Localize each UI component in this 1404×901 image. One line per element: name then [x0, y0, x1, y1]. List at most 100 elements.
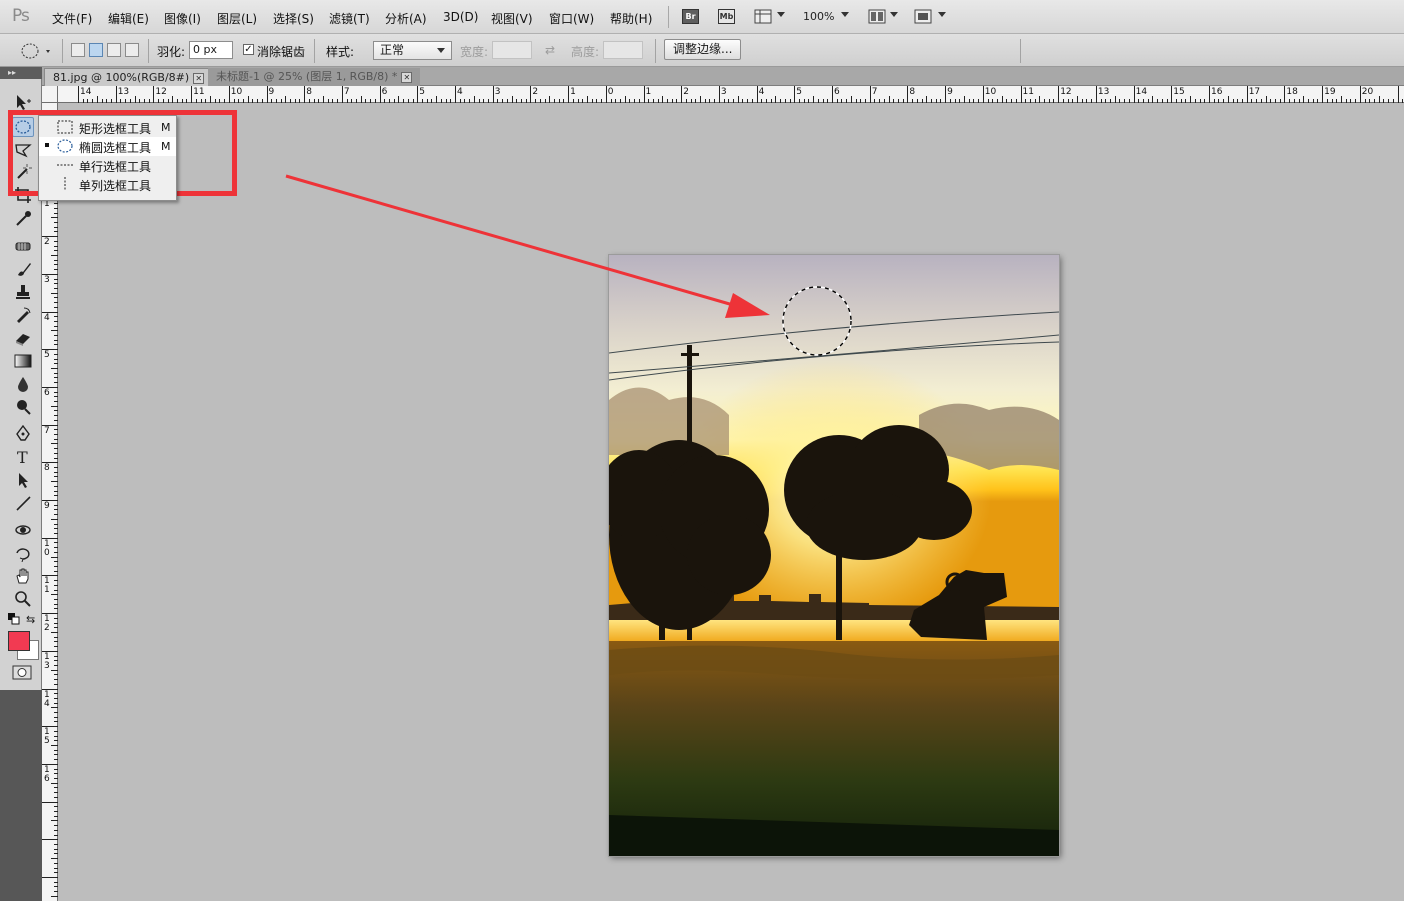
menu-edit[interactable]: 编辑(E) — [108, 10, 149, 27]
new-selection-button[interactable] — [71, 43, 85, 57]
line-tool-icon[interactable] — [12, 493, 34, 513]
quick-mask-icon[interactable] — [12, 665, 32, 684]
ruler-tick-label: 14 — [80, 87, 92, 97]
3d-orbit-tool-icon[interactable] — [12, 543, 34, 563]
flyout-rect-marquee[interactable]: 矩形选框工具 M — [39, 118, 176, 137]
ruler-tick-label: 9 — [947, 87, 953, 97]
path-selection-tool-icon[interactable] — [12, 470, 34, 490]
tab-title: 81.jpg @ 100%(RGB/8#) — [53, 71, 190, 84]
tab-title: 未标题-1 @ 25% (图层 1, RGB/8) * — [216, 70, 398, 83]
zoom-tool-icon[interactable] — [12, 589, 34, 609]
menu-file[interactable]: 文件(F) — [52, 10, 92, 27]
tools-panel-collapse[interactable]: ▸▸ — [0, 67, 42, 79]
menu-select[interactable]: 选择(S) — [273, 10, 314, 27]
tab-untitled-1[interactable]: 未标题-1 @ 25% (图层 1, RGB/8) * ✕ — [208, 68, 421, 86]
menu-analysis[interactable]: 分析(A) — [385, 10, 427, 27]
ruler-tick-label: 5 — [44, 350, 50, 361]
zoom-caret[interactable] — [841, 12, 849, 17]
screen-mode-icon[interactable] — [914, 9, 934, 24]
view-extras-caret[interactable] — [777, 12, 785, 17]
menu-layer[interactable]: 图层(L) — [217, 10, 257, 27]
healing-brush-tool-icon[interactable] — [12, 236, 34, 256]
type-tool-icon[interactable]: T — [12, 447, 34, 467]
flyout-single-column-marquee[interactable]: 单列选框工具 — [39, 175, 176, 194]
options-separator — [314, 39, 315, 63]
single-row-marquee-icon — [57, 158, 73, 175]
horizontal-ruler[interactable]: 14 13 12 11 10 9 8 7 6 5 4 3 2 1 0 1 2 3 4 5 6 7 8 9 10 11 12 13 14 1… — [58, 86, 1404, 103]
clone-stamp-tool-icon[interactable] — [12, 282, 34, 302]
ruler-tick-label: 8 — [306, 87, 312, 97]
refine-edge-button[interactable]: 调整边缘... — [664, 39, 742, 60]
menu-window[interactable]: 窗口(W) — [549, 10, 594, 27]
swap-dimensions-icon[interactable]: ⇄ — [545, 43, 555, 57]
ellipse-marquee-icon — [57, 139, 73, 156]
arrange-documents-icon[interactable] — [868, 9, 888, 24]
marquee-tool-flyout: 矩形选框工具 M 椭圆选框工具 M 单行选框工具 单列选框工具 — [38, 115, 177, 201]
swap-colors-icon[interactable]: ⇆ — [26, 613, 35, 626]
subtract-from-selection-button[interactable] — [107, 43, 121, 57]
dodge-tool-icon[interactable] — [12, 397, 34, 417]
options-separator — [655, 39, 656, 63]
menu-help[interactable]: 帮助(H) — [610, 10, 652, 27]
flyout-single-row-marquee[interactable]: 单行选框工具 — [39, 156, 176, 175]
ruler-tick-label: 7 — [44, 425, 50, 436]
menu-3d[interactable]: 3D(D) — [443, 10, 478, 24]
zoom-level[interactable]: 100% — [803, 10, 834, 23]
tool-preset-picker-icon[interactable] — [20, 42, 54, 63]
document-tab-bar: 81.jpg @ 100%(RGB/8#) ✕ 未标题-1 @ 25% (图层 1… — [42, 67, 1404, 86]
menu-separator — [668, 6, 669, 28]
ruler-tick-label: 11 — [1022, 87, 1034, 97]
hand-tool-icon[interactable] — [12, 566, 34, 586]
ruler-tick-label: 19 — [1324, 87, 1336, 97]
antialias-checkbox[interactable]: ✓ — [243, 44, 254, 55]
ruler-tick-label: 3 — [720, 87, 727, 97]
close-icon[interactable]: ✕ — [401, 72, 413, 83]
width-label: 宽度: — [460, 45, 489, 59]
gradient-tool-icon[interactable] — [12, 351, 34, 371]
view-extras-icon[interactable] — [754, 9, 774, 24]
screen-mode-caret[interactable] — [938, 12, 946, 17]
flyout-ellipse-marquee[interactable]: 椭圆选框工具 M — [39, 137, 176, 156]
ruler-tick-label: 10 — [984, 87, 997, 97]
ruler-tick-label: 4 — [457, 87, 463, 97]
height-input[interactable] — [603, 41, 643, 59]
ruler-tick-label: 9 — [268, 87, 275, 97]
flyout-item-label: 矩形选框工具 — [79, 122, 152, 136]
pen-tool-icon[interactable] — [12, 424, 34, 444]
style-select[interactable]: 正常 — [373, 41, 452, 60]
launch-bridge-button[interactable]: Br — [682, 9, 699, 24]
menu-bar: Ps 文件(F) 编辑(E) 图像(I) 图层(L) 选择(S) 滤镜(T) 分… — [0, 0, 1404, 34]
vertical-ruler[interactable]: 1012345678910111213141516 — [42, 103, 58, 901]
feather-input[interactable]: 0 px — [189, 41, 233, 59]
ruler-tick-label: 0 — [607, 87, 614, 97]
move-tool-icon[interactable] — [12, 92, 34, 112]
width-input[interactable] — [492, 41, 532, 59]
launch-minibridge-button[interactable]: Mb — [718, 9, 735, 24]
document-image[interactable] — [609, 255, 1059, 856]
tab-81-jpg[interactable]: 81.jpg @ 100%(RGB/8#) ✕ — [44, 68, 214, 86]
ruler-tick-label: 1 — [645, 87, 652, 97]
arrange-caret[interactable] — [890, 12, 898, 17]
3d-rotate-tool-icon[interactable] — [12, 520, 34, 540]
menu-view[interactable]: 视图(V) — [491, 10, 533, 27]
eyedropper-tool-icon[interactable] — [12, 208, 34, 228]
menu-filter[interactable]: 滤镜(T) — [329, 10, 370, 27]
menu-image[interactable]: 图像(I) — [164, 10, 201, 27]
ruler-tick-label: 16 — [1211, 87, 1223, 97]
default-colors-icon[interactable] — [8, 613, 20, 628]
ruler-tick-label: 8 — [909, 87, 916, 97]
ruler-tick-label: 18 — [1286, 87, 1298, 97]
flyout-item-label: 椭圆选框工具 — [79, 141, 152, 155]
foreground-color-swatch[interactable] — [8, 631, 30, 651]
add-to-selection-button[interactable] — [89, 43, 103, 57]
ruler-origin[interactable] — [42, 86, 58, 103]
ruler-tick-label: 2 — [44, 237, 50, 248]
brush-tool-icon[interactable] — [12, 259, 34, 279]
ruler-tick-label: 8 — [44, 463, 50, 474]
blur-tool-icon[interactable] — [12, 374, 34, 394]
history-brush-tool-icon[interactable] — [12, 305, 34, 325]
ruler-tick-label: 2 — [532, 87, 539, 97]
eraser-tool-icon[interactable] — [12, 328, 34, 348]
close-icon[interactable]: ✕ — [193, 73, 205, 84]
intersect-selection-button[interactable] — [125, 43, 139, 57]
